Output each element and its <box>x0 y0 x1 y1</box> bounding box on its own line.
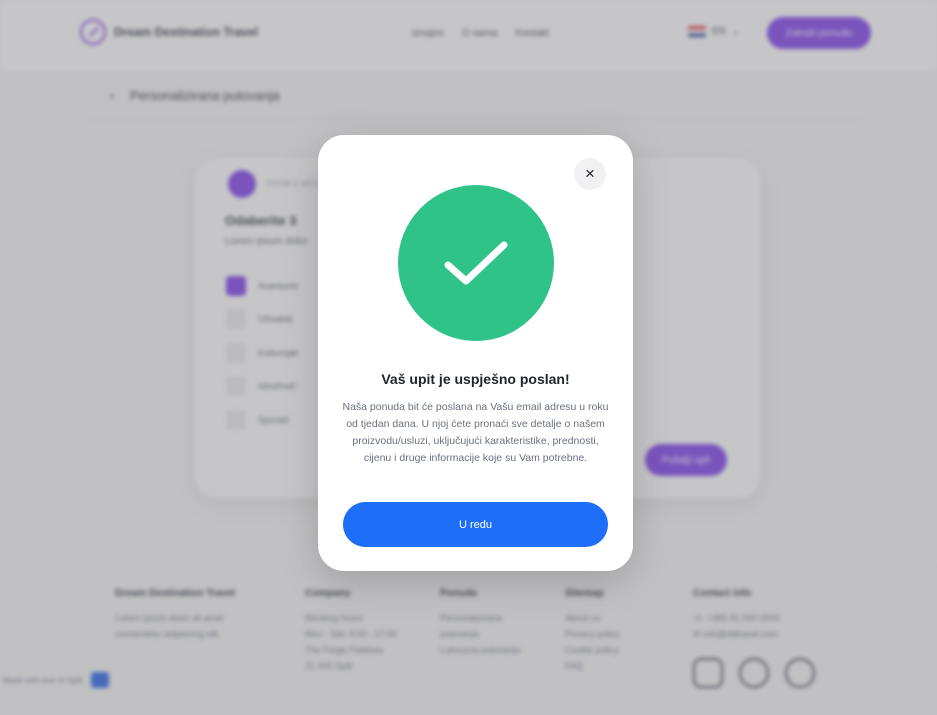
ok-button[interactable]: U redu <box>343 502 608 547</box>
success-checkmark <box>398 185 554 341</box>
close-icon: × <box>585 164 595 183</box>
modal-message: Naša ponuda bit će poslana na Vašu email… <box>342 401 609 464</box>
close-button[interactable]: × <box>574 158 606 190</box>
success-modal: × Vaš upit je uspješno poslan! Naša ponu… <box>318 135 633 571</box>
check-icon <box>444 241 508 285</box>
modal-title: Vaš upit je uspješno poslan! <box>381 371 570 387</box>
